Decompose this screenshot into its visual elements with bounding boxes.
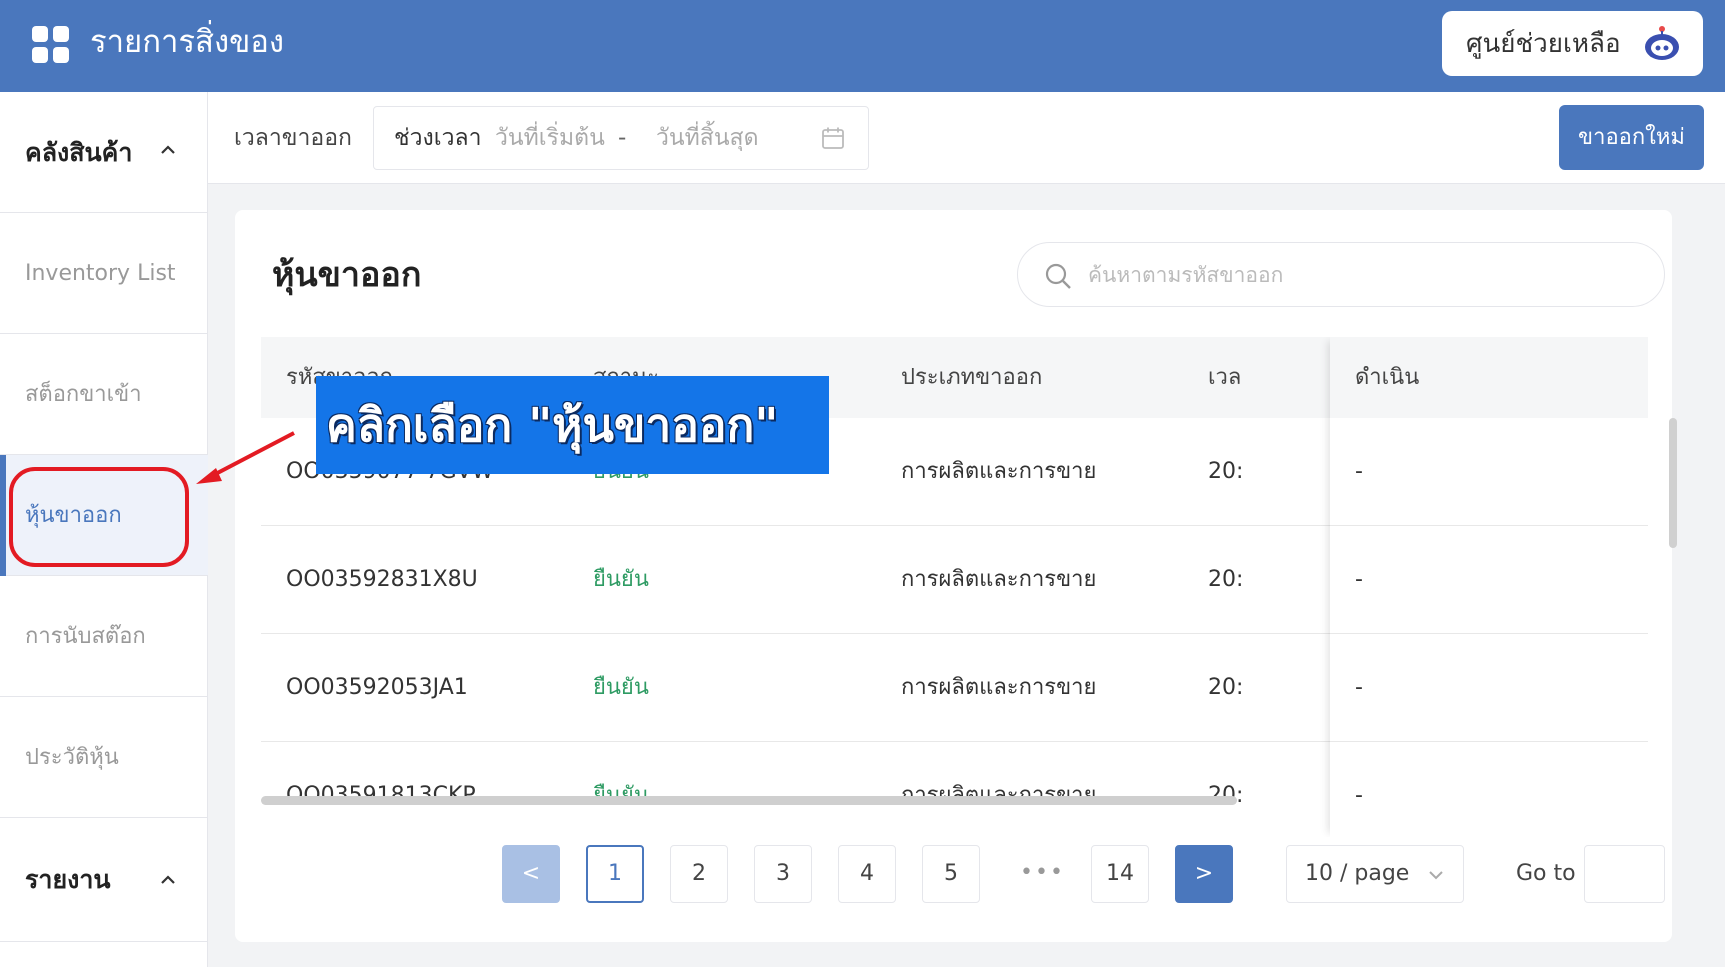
sidebar-item-label: การนับสต๊อก <box>25 624 146 649</box>
row-code: OO03591813CKP <box>286 742 476 837</box>
new-outbound-button[interactable]: ขาออกใหม่ <box>1559 105 1704 170</box>
row-action: - <box>1355 675 1363 700</box>
help-center-button[interactable]: ศูนย์ช่วยเหลือ <box>1442 11 1703 76</box>
page-button-5[interactable]: 5 <box>922 845 980 903</box>
sidebar-item-label: Inventory List <box>25 261 176 286</box>
search-box[interactable] <box>1017 242 1665 307</box>
range-label: ช่วงเวลา <box>394 125 482 151</box>
row-action: - <box>1355 783 1363 808</box>
goto-label: Go to <box>1516 861 1576 886</box>
date-range-picker[interactable]: ช่วงเวลา วันที่เริ่มต้น - วันที่สิ้นสุด <box>373 106 869 170</box>
search-icon <box>1045 263 1071 289</box>
app-title: รายการสิ่งของ <box>90 24 285 60</box>
row-type: การผลิตและการขาย <box>901 459 1097 484</box>
sidebar-group-label: รายงาน <box>25 865 111 894</box>
prev-page-button[interactable]: < <box>502 845 560 903</box>
calendar-icon[interactable] <box>821 126 845 150</box>
row-time: 20: <box>1208 742 1243 837</box>
top-header: รายการสิ่งของ ศูนย์ช่วยเหลือ <box>0 0 1725 92</box>
chevron-up-icon <box>161 145 175 154</box>
row-status: ยืนยัน <box>593 567 649 592</box>
outbound-time-label: เวลาขาออก <box>234 125 352 151</box>
highlight-ring <box>9 467 189 567</box>
action-cell: - <box>1330 418 1648 526</box>
row-time: 20: <box>1208 567 1244 592</box>
sidebar-item-stock-count[interactable]: การนับสต๊อก <box>0 576 208 697</box>
page-button-1[interactable]: 1 <box>586 845 644 903</box>
column-header-action-cell: ดำเนิน <box>1330 337 1648 418</box>
row-code: OO03592053JA1 <box>286 675 468 700</box>
page-button-2[interactable]: 2 <box>670 845 728 903</box>
end-date-input[interactable]: วันที่สิ้นสุด <box>656 107 759 169</box>
action-cell: - <box>1330 526 1648 634</box>
column-header-type: ประเภทขาออก <box>901 365 1043 390</box>
column-header-time: เวล <box>1208 365 1242 390</box>
row-status: ยืนยัน <box>593 742 649 837</box>
sidebar-item-stock-history[interactable]: ประวัติหุ้น <box>0 697 208 818</box>
filter-bar: เวลาขาออก ช่วงเวลา วันที่เริ่มต้น - วันท… <box>208 92 1725 184</box>
page-size-select[interactable]: 10 / page <box>1286 845 1464 903</box>
chevron-down-icon <box>1429 871 1443 880</box>
start-date-input[interactable]: วันที่เริ่มต้น <box>495 107 605 169</box>
sidebar-group-warehouse[interactable]: คลังสินค้า <box>0 92 208 213</box>
instruction-callout: คลิกเลือก "หุ้นขาออก" <box>316 376 829 474</box>
table-vertical-scrollbar[interactable] <box>1669 418 1677 548</box>
page-button-4[interactable]: 4 <box>838 845 896 903</box>
row-status: ยืนยัน <box>593 675 649 700</box>
action-cell: - <box>1330 742 1648 837</box>
robot-icon <box>1645 26 1679 60</box>
page-title: หุ้นขาออก <box>272 255 422 295</box>
table-horizontal-scrollbar[interactable] <box>261 796 1237 805</box>
help-center-label: ศูนย์ช่วยเหลือ <box>1466 29 1621 59</box>
goto-page-input[interactable] <box>1584 845 1665 903</box>
range-separator: - <box>618 125 627 151</box>
next-page-button[interactable]: > <box>1175 845 1233 903</box>
page-size-value: 10 / page <box>1305 861 1410 886</box>
row-action: - <box>1355 459 1363 484</box>
sidebar-group-label: คลังสินค้า <box>25 138 133 167</box>
sidebar-item-inbound-stock[interactable]: สต็อกขาเข้า <box>0 334 208 455</box>
fixed-action-column: ดำเนิน - - - - <box>1330 337 1648 837</box>
sidebar-item-label: สต็อกขาเข้า <box>25 382 142 407</box>
row-type: การผลิตและการขาย <box>901 675 1097 700</box>
row-time: 20: <box>1208 459 1244 484</box>
search-input[interactable] <box>1088 243 1648 306</box>
page-button-3[interactable]: 3 <box>754 845 812 903</box>
chevron-up-icon <box>161 875 175 884</box>
sidebar-group-reports[interactable]: รายงาน <box>0 818 208 942</box>
row-time: 20: <box>1208 675 1244 700</box>
row-action: - <box>1355 567 1363 592</box>
action-cell: - <box>1330 634 1648 742</box>
page-button-14[interactable]: 14 <box>1091 845 1149 903</box>
pointer-arrow-icon <box>196 431 295 484</box>
sidebar-item-inventory-list[interactable]: Inventory List <box>0 213 208 334</box>
apps-grid-icon[interactable] <box>32 26 70 64</box>
row-type: การผลิตและการขาย <box>901 567 1097 592</box>
sidebar-item-label: ประวัติหุ้น <box>25 745 119 770</box>
row-code: OO03592831X8U <box>286 567 478 592</box>
row-type: การผลิตและการขาย <box>901 742 1096 837</box>
pagination-ellipsis[interactable]: ••• <box>1020 860 1065 885</box>
column-header-action: ดำเนิน <box>1355 365 1420 390</box>
outbound-card: หุ้นขาออก รหัสขาออก สถานะ ประเภทขาออก เว… <box>235 210 1672 942</box>
